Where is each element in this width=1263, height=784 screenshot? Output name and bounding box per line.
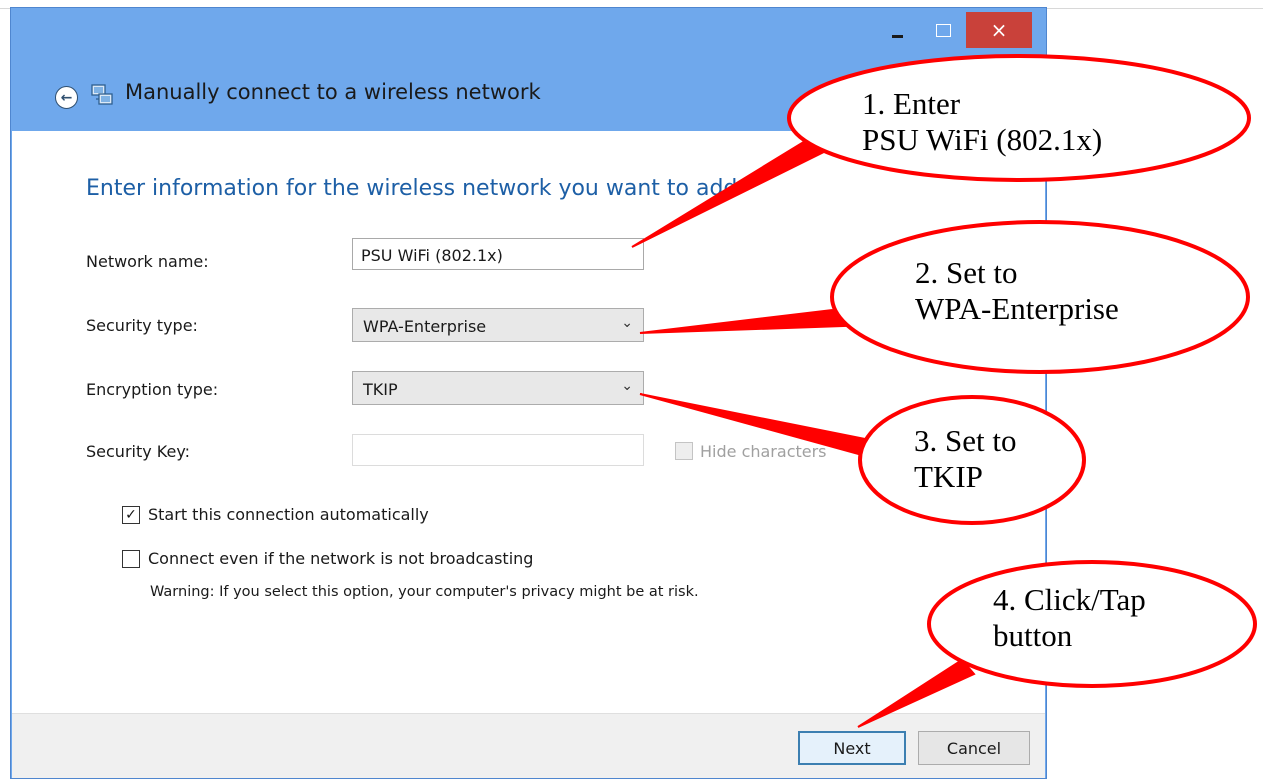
- maximize-icon: [935, 23, 951, 37]
- callout-2-line2: WPA-Enterprise: [915, 290, 1119, 326]
- security-type-select[interactable]: WPA-Enterprise ⌄: [352, 308, 644, 342]
- callout-3-line1: 3. Set to: [914, 423, 1017, 458]
- security-type-value: WPA-Enterprise: [363, 317, 487, 336]
- next-button[interactable]: Next: [798, 731, 906, 765]
- checkmark-icon: ✓: [125, 507, 137, 523]
- window-title: Manually connect to a wireless network: [125, 80, 541, 104]
- cancel-button[interactable]: Cancel: [918, 731, 1030, 765]
- dialog-footer: Next Cancel: [12, 713, 1045, 778]
- chevron-down-icon: ⌄: [621, 315, 633, 331]
- start-automatically-label: Start this connection automatically: [148, 505, 429, 524]
- page-heading: Enter information for the wireless netwo…: [86, 176, 738, 201]
- hide-characters-checkbox[interactable]: [675, 442, 693, 460]
- callout-1-line1: 1. Enter: [862, 86, 961, 121]
- encryption-type-value: TKIP: [363, 380, 398, 399]
- security-type-label: Security type:: [86, 316, 198, 335]
- callout-1-line2: PSU WiFi (802.1x): [862, 121, 1103, 157]
- network-icon: [91, 84, 113, 105]
- back-button[interactable]: ←: [55, 86, 78, 109]
- connect-not-broadcasting-checkbox[interactable]: [122, 550, 140, 568]
- dialog-content: Enter information for the wireless netwo…: [12, 131, 1045, 713]
- security-key-input[interactable]: [352, 434, 644, 466]
- callout-3-line2: TKIP: [914, 458, 983, 494]
- security-key-label: Security Key:: [86, 442, 191, 461]
- hide-characters-label: Hide characters: [700, 442, 827, 461]
- encryption-type-select[interactable]: TKIP ⌄: [352, 371, 644, 405]
- callout-1-text: 1. Enter PSU WiFi (802.1x): [862, 86, 1102, 157]
- network-name-input[interactable]: PSU WiFi (802.1x): [352, 238, 644, 270]
- caption-controls: ×: [874, 12, 1032, 48]
- callout-4-line1: 4. Click/Tap: [993, 582, 1146, 617]
- network-name-label: Network name:: [86, 252, 209, 271]
- callout-4-line2: button: [993, 617, 1073, 653]
- privacy-warning: Warning: If you select this option, your…: [150, 584, 699, 600]
- start-automatically-checkbox[interactable]: ✓: [122, 506, 140, 524]
- callout-4-text: 4. Click/Tap button: [993, 582, 1146, 653]
- callout-2-text: 2. Set to WPA-Enterprise: [915, 255, 1119, 326]
- connect-not-broadcasting-label: Connect even if the network is not broad…: [148, 549, 534, 568]
- chevron-down-icon: ⌄: [621, 378, 633, 394]
- close-icon: ×: [990, 18, 1008, 42]
- callout-2-line1: 2. Set to: [915, 255, 1018, 290]
- callout-3-text: 3. Set to TKIP: [914, 423, 1016, 494]
- encryption-type-label: Encryption type:: [86, 380, 219, 399]
- network-name-value: PSU WiFi (802.1x): [361, 246, 503, 265]
- minimize-button[interactable]: [874, 12, 920, 48]
- back-arrow-icon: ←: [60, 89, 73, 106]
- maximize-button[interactable]: [920, 12, 966, 48]
- minimize-icon: [891, 34, 903, 38]
- close-button[interactable]: ×: [966, 12, 1032, 48]
